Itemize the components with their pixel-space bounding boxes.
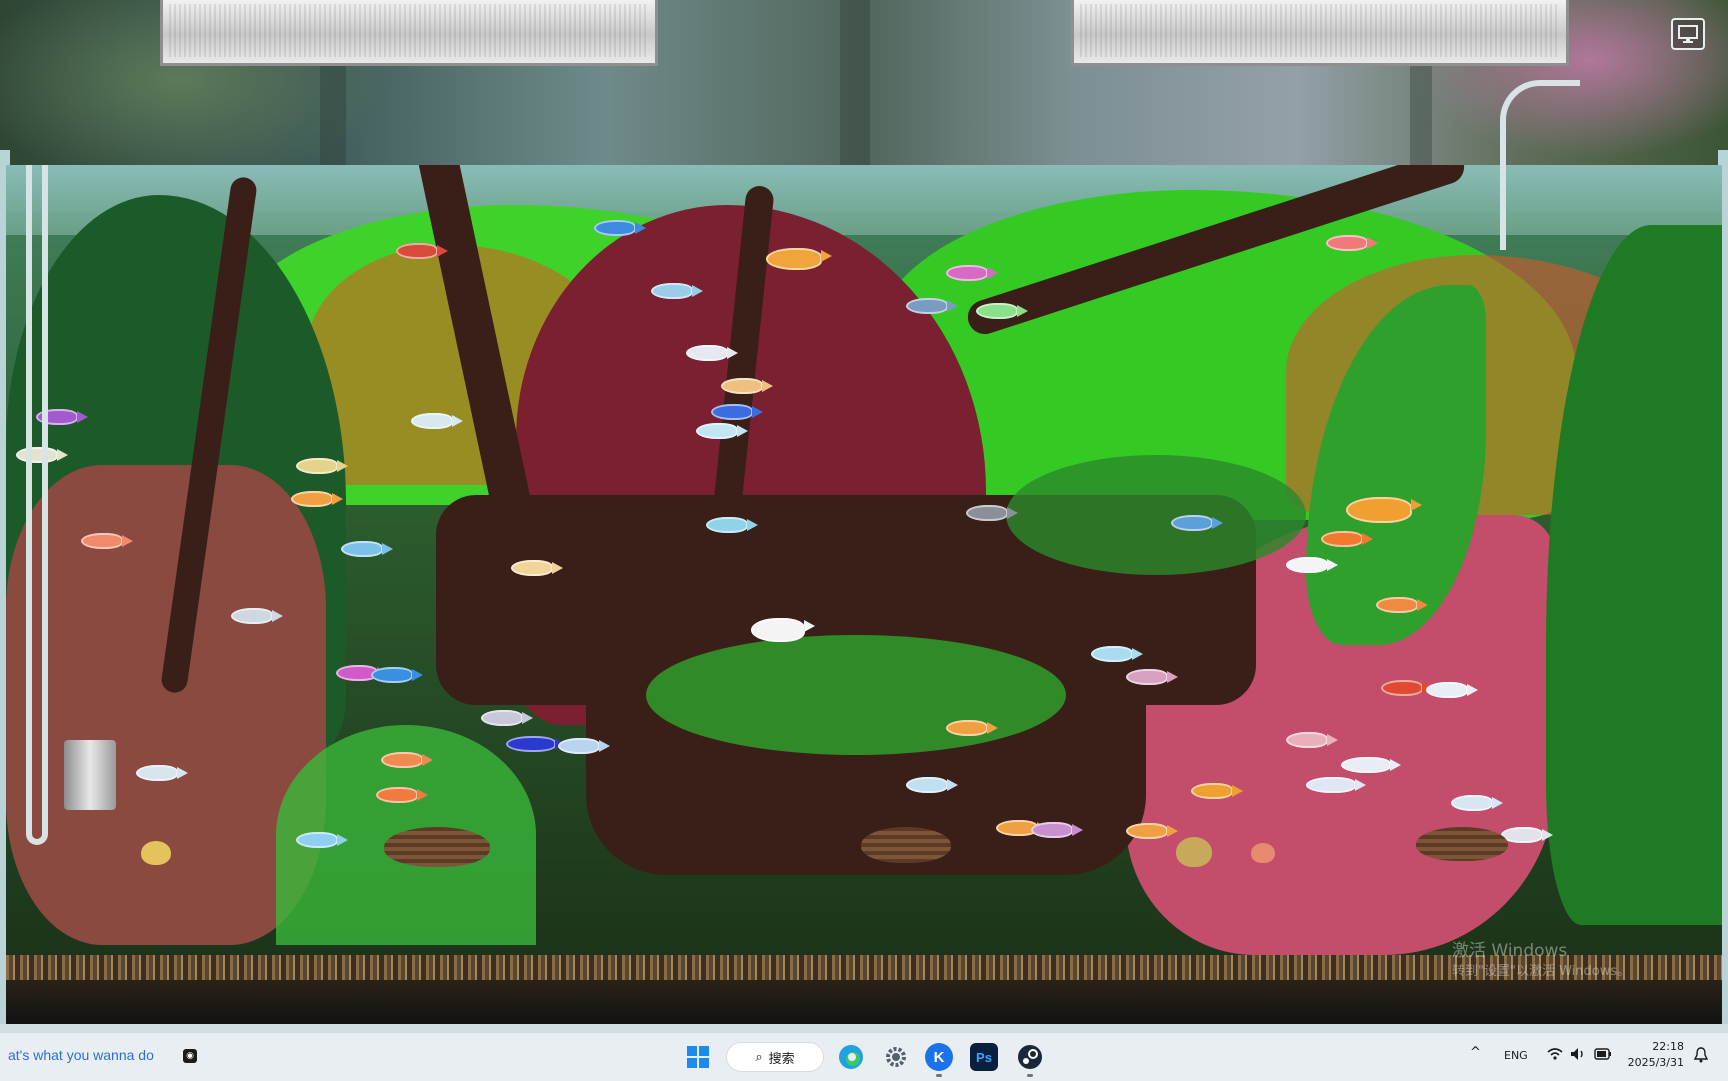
fish [1346,497,1422,523]
fish [296,832,348,848]
display-icon[interactable] [1671,18,1705,50]
taskbar: at's what you wanna do ◉ ⌕ 搜索 K Ps ^ ENG [0,1032,1728,1081]
battery-icon[interactable] [1594,1048,1612,1064]
search-icon: ⌕ [755,1049,763,1065]
fish [946,720,998,736]
moss [646,635,1066,755]
fish [1031,822,1083,838]
fish [1286,732,1338,748]
photoshop-icon: Ps [976,1049,992,1065]
fish [511,560,563,576]
volume-icon[interactable] [1570,1047,1586,1065]
steam-icon [1018,1045,1042,1069]
snail [1251,843,1275,863]
fish [1191,783,1243,799]
fish [706,517,758,533]
aquarium-wallpaper: 激活 Windows 转到"设置"以激活 Windows。 [0,0,1728,1032]
fish [231,608,283,624]
fish [976,303,1028,319]
fish [411,413,463,429]
fish [946,265,998,281]
fish [711,404,763,420]
system-clock[interactable]: 22:18 2025/3/31 [1624,1039,1684,1071]
fish [906,777,958,793]
fish [296,458,348,474]
fish [1451,795,1503,811]
tank-bottom-frame [0,1024,1728,1032]
language-indicator[interactable]: ENG [1504,1049,1528,1062]
fish [376,787,428,803]
steam-button[interactable] [1014,1041,1046,1077]
fish [766,248,832,270]
fish [651,283,703,299]
mussel-shell [384,827,490,867]
fish [81,533,133,549]
chevron-up-icon[interactable]: ^ [1470,1045,1481,1060]
fish [1091,646,1143,662]
running-indicator [1027,1074,1033,1077]
search-label: 搜索 [768,1051,795,1067]
settings-button[interactable] [880,1041,912,1073]
kugou-icon: K [933,1048,945,1066]
watermark-subtitle: 转到"设置"以激活 Windows。 [1452,963,1631,979]
fish [1286,557,1338,573]
fish [1341,757,1401,773]
snail [141,841,171,865]
activation-watermark: 激活 Windows 转到"设置"以激活 Windows。 [1452,940,1630,980]
moss [1006,455,1306,575]
fish [594,220,646,236]
photoshop-button[interactable]: Ps [970,1043,998,1071]
windows-logo-icon [687,1046,709,1068]
aquarium-lamp-right [1071,0,1569,66]
edge-icon [839,1045,863,1069]
fish-koi [751,618,815,642]
outflow-pipe [1500,80,1580,250]
fish [966,505,1018,521]
filter-intake [64,740,116,810]
fish [1306,777,1366,793]
substrate-shadow [6,980,1722,1025]
fish [906,298,958,314]
notification-bell-icon[interactable] [1693,1047,1709,1067]
fish [291,491,343,507]
fish [506,736,566,752]
start-button[interactable] [682,1041,714,1073]
water-surface [6,165,1722,235]
fish [1171,515,1223,531]
fish [1321,531,1373,547]
media-app-icon[interactable]: ◉ [183,1049,197,1063]
fish [1126,823,1178,839]
fish [481,710,533,726]
running-indicator [936,1074,942,1077]
mussel-shell [1416,827,1508,861]
fish [371,667,423,683]
fish [1426,682,1478,698]
gear-icon [886,1047,906,1067]
fish [1326,235,1378,251]
taskbar-search[interactable]: ⌕ 搜索 [726,1042,824,1072]
fish [1376,597,1428,613]
aquarium-lamp-left [160,0,658,66]
edge-button[interactable] [835,1041,867,1073]
fish [686,345,738,361]
wifi-icon[interactable] [1547,1047,1563,1065]
fish [696,423,748,439]
clock-time: 22:18 [1652,1040,1684,1053]
watermark-title: 激活 Windows [1452,941,1568,961]
fish [136,765,188,781]
fish [341,541,393,557]
mussel-shell [861,827,951,863]
fish [721,378,773,394]
kugou-button[interactable]: K [925,1043,953,1077]
fish [558,738,610,754]
fish [1381,680,1433,696]
aquarium-tank [6,165,1722,1025]
fish [396,243,448,259]
fish [381,752,433,768]
media-now-playing-text[interactable]: at's what you wanna do [8,1047,154,1063]
fish [1126,669,1178,685]
clock-date: 2025/3/31 [1627,1056,1684,1069]
filter-tube [26,165,48,845]
snail [1176,837,1212,867]
